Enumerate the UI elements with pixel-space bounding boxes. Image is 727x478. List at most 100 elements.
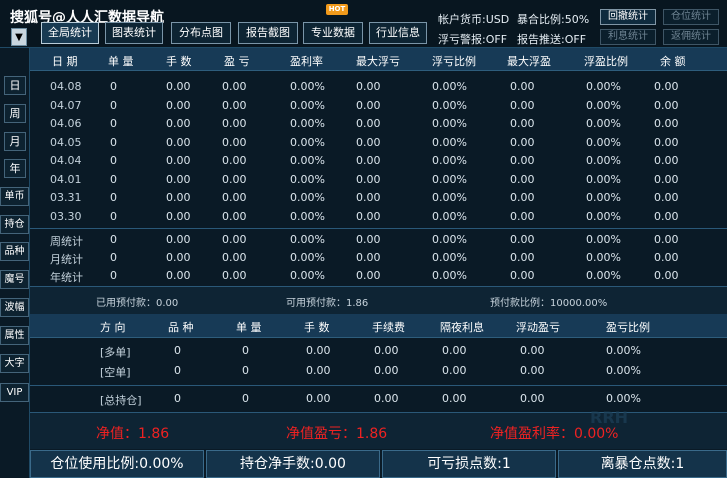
table-row-cell: 0.00 <box>510 172 535 186</box>
table-row-cell: 0 <box>110 154 117 167</box>
loss-points-remaining: 可亏损点数:1 <box>382 450 556 478</box>
summary-row-cell: 0.00% <box>432 233 467 246</box>
tab-global-stats[interactable]: 全局统计 <box>41 22 99 44</box>
sidebar-item-vip[interactable]: VIP <box>0 383 29 402</box>
report-push: 报告推送:OFF <box>517 33 587 46</box>
table-row-cell: 0.00% <box>290 209 325 223</box>
table-row-cell: 0.00 <box>356 117 381 130</box>
position-stats-button[interactable]: 仓位统计 <box>663 9 719 25</box>
tab-chart-stats[interactable]: 图表统计 <box>105 22 163 44</box>
sidebar-item-volatility[interactable]: 波幅 <box>0 298 29 317</box>
total-position-cell: 0.00 <box>306 392 331 405</box>
summary-row-cell: 0.00 <box>222 233 247 246</box>
table-row-cell: 0.00 <box>654 154 679 167</box>
summary-row-cell: 0.00% <box>586 251 621 264</box>
table-row-cell: 0 <box>110 172 117 186</box>
rebate-stats-button[interactable]: 返佣统计 <box>663 29 719 45</box>
position-row-cell: 0.00 <box>374 364 399 377</box>
table-row-cell: 0.00% <box>586 135 621 149</box>
sidebar-item-large-font[interactable]: 大字 <box>0 354 29 373</box>
sidebar-item-symbols[interactable]: 品种 <box>0 242 29 261</box>
sidebar: 日 周 月 年 单币 持仓 品种 魔号 波幅 属性 大字 VIP <box>0 48 30 478</box>
table-row-cell: 0.00 <box>654 172 679 186</box>
table-row-cell: 0.00% <box>290 135 325 149</box>
tab-distribution[interactable]: 分布点图 <box>171 22 231 44</box>
table-row-cell: 0.00 <box>356 172 381 186</box>
summary-row-cell: 0.00 <box>166 233 191 246</box>
sidebar-item-day[interactable]: 日 <box>4 76 26 95</box>
table-row-cell: 0.00% <box>432 172 467 186</box>
col-pnl: 盈 亏 <box>224 55 250 68</box>
summary-row-cell: 0.00 <box>356 269 381 282</box>
account-currency: 帐户货币:USD <box>438 13 510 26</box>
position-row-cell: 0.00% <box>606 344 641 357</box>
table-row-cell: 0.00 <box>222 135 247 149</box>
table-row-cell: 0.00 <box>222 209 247 223</box>
tab-pro-data[interactable]: 专业数据 <box>303 22 363 44</box>
menu-dropdown-icon[interactable]: ▼ <box>11 28 27 46</box>
table-row-cell: 0.00 <box>356 98 381 112</box>
table-row-cell: 0 <box>110 98 117 112</box>
position-row-cell: 0.00 <box>306 344 331 357</box>
table-row-cell: 0.00 <box>222 80 247 93</box>
table-row-cell: 0.00% <box>586 154 621 167</box>
table-row-cell: 0.00 <box>166 135 191 149</box>
summary-row-cell: 0.00 <box>356 251 381 264</box>
tab-report-screenshot[interactable]: 报告截图 <box>238 22 298 44</box>
divider <box>30 385 727 386</box>
sidebar-item-year[interactable]: 年 <box>4 159 26 178</box>
summary-row-cell: 0 <box>110 233 117 246</box>
summary-row-cell: 0.00 <box>222 269 247 282</box>
margin-ratio: 暴合比例:50% <box>517 13 590 26</box>
table-row-cell: 0 <box>110 80 117 93</box>
col-pnl-ratio: 盈亏比例 <box>606 321 650 334</box>
table-row-cell: 0.00 <box>510 191 535 204</box>
summary-row-cell: 0.00% <box>290 251 325 264</box>
points-to-margin-call: 离暴仓点数:1 <box>558 450 727 478</box>
drawdown-stats-button[interactable]: 回撤统计 <box>600 9 656 25</box>
table-row-cell: 0.00% <box>290 154 325 167</box>
table-row-cell: 0.00% <box>586 172 621 186</box>
sidebar-item-attributes[interactable]: 属性 <box>0 326 29 345</box>
table-row-cell: 0.00 <box>166 117 191 130</box>
sidebar-item-single-currency[interactable]: 单币 <box>0 187 29 206</box>
net-value: 净值：1.86 <box>96 426 170 442</box>
table-row-cell: 0.00 <box>356 80 381 93</box>
total-position-cell: 0 <box>242 392 249 405</box>
table-row-cell: 0.00% <box>432 191 467 204</box>
main-panel: 日 期 单 量 手 数 盈 亏 盈利率 最大浮亏 浮亏比例 最大浮盈 浮盈比例 … <box>30 48 727 478</box>
table-row-cell: 0.00 <box>510 98 535 112</box>
interest-stats-button[interactable]: 利息统计 <box>600 29 656 45</box>
summary-row-cell: 0.00 <box>654 233 679 246</box>
summary-row-cell: 0.00 <box>166 269 191 282</box>
table-row-cell: 04.06 <box>50 117 82 130</box>
table-row-cell: 0.00 <box>166 80 191 93</box>
position-row-cell: 0 <box>174 364 181 377</box>
table-row-cell: 0.00 <box>510 209 535 223</box>
sidebar-item-month[interactable]: 月 <box>4 132 26 151</box>
table-row-cell: 0.00 <box>222 191 247 204</box>
float-alert: 浮亏警报:OFF <box>438 33 508 46</box>
table-row-cell: 0.00% <box>432 80 467 93</box>
col-float-loss-ratio: 浮亏比例 <box>432 55 476 68</box>
table-row-cell: 0.00% <box>586 209 621 223</box>
col-direction: 方 向 <box>100 321 126 334</box>
net-profit: 净值盈亏：1.86 <box>286 426 388 442</box>
position-row-cell: 0.00% <box>606 364 641 377</box>
table-row-cell: 0.00 <box>356 135 381 149</box>
summary-row-cell: 0.00 <box>510 233 535 246</box>
table-row-cell: 03.30 <box>50 209 82 223</box>
summary-row-cell: 0.00% <box>290 233 325 246</box>
tab-industry-info[interactable]: 行业信息 <box>369 22 427 44</box>
sidebar-item-week[interactable]: 周 <box>4 104 26 123</box>
sidebar-item-magic-number[interactable]: 魔号 <box>0 270 29 289</box>
position-row-cell: 0.00 <box>306 364 331 377</box>
table-row-cell: 0.00 <box>510 135 535 149</box>
table-row-cell: 0.00 <box>356 191 381 204</box>
col-date: 日 期 <box>52 55 78 68</box>
table-row-cell: 0.00 <box>510 117 535 130</box>
table-row-cell: 0.00 <box>222 172 247 186</box>
summary-row-cell: 周统计 <box>50 235 83 248</box>
table-row-cell: 0.00% <box>586 98 621 112</box>
sidebar-item-holdings[interactable]: 持仓 <box>0 215 29 234</box>
